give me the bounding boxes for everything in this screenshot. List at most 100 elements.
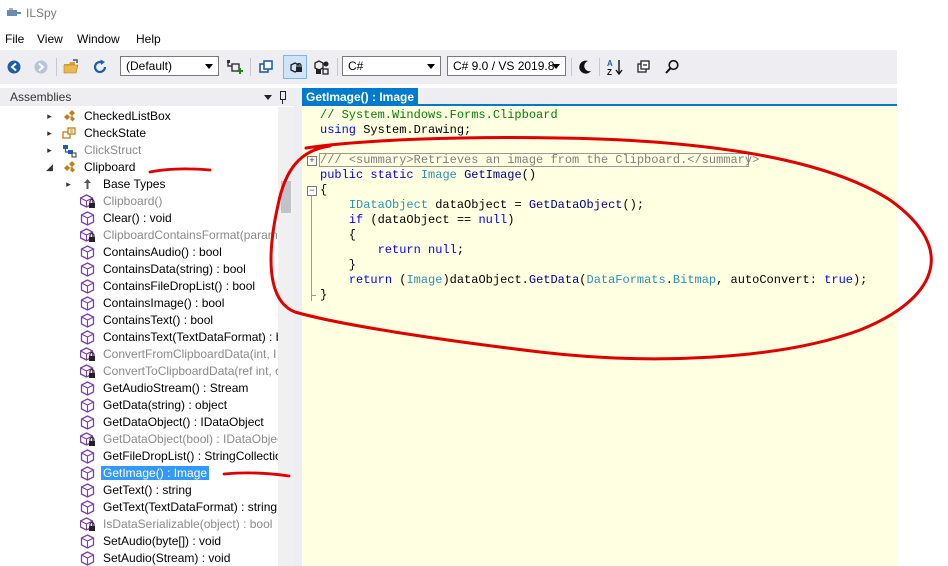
tree-item-containstext-textdataformat-b[interactable]: ContainsText(TextDataFormat) : b bbox=[0, 329, 278, 346]
tree-item-label: ConvertToClipboardData(ref int, o bbox=[103, 364, 278, 378]
pane-menu-chevron-icon[interactable] bbox=[264, 95, 272, 100]
search-icon[interactable] bbox=[662, 57, 682, 77]
menu-window[interactable]: Window bbox=[77, 32, 120, 46]
tree-item-label: ClickStruct bbox=[84, 143, 142, 157]
method-private-icon bbox=[79, 347, 95, 362]
show-all-icon[interactable] bbox=[312, 57, 332, 77]
tree-item-getfiledroplist-stringcollectio[interactable]: GetFileDropList() : StringCollectio bbox=[0, 448, 278, 465]
code-editor[interactable]: // System.Windows.Forms.Clipboard using S… bbox=[302, 106, 897, 566]
tree-item-label: GetDataObject(bool) : IDataObjec bbox=[103, 432, 278, 446]
tree-item-clipboard[interactable]: ◢ Clipboard bbox=[0, 159, 278, 176]
tree-item-label: ContainsFileDropList() : bool bbox=[103, 279, 256, 293]
method-private-icon bbox=[79, 228, 95, 243]
tree-item-containsdata-string-bool[interactable]: ContainsData(string) : bool bbox=[0, 261, 278, 278]
code-token: ( bbox=[392, 273, 407, 287]
expand-icon[interactable]: ▸ bbox=[64, 180, 73, 189]
method-icon bbox=[80, 313, 95, 328]
tree-item-setaudio-stream-void[interactable]: SetAudio(Stream) : void bbox=[0, 550, 278, 566]
sort-icon[interactable]: AZ bbox=[605, 57, 625, 77]
tree-item-label: CheckedListBox bbox=[84, 109, 171, 123]
code-token: /// bbox=[320, 153, 349, 167]
assembly-list-value: (Default) bbox=[126, 59, 173, 73]
method-icon bbox=[80, 500, 95, 515]
collapse-method-fold-icon[interactable]: − bbox=[307, 186, 317, 196]
tree-item-clear-void[interactable]: Clear() : void bbox=[0, 210, 278, 227]
tree-item-containstext-bool[interactable]: ContainsText() : bool bbox=[0, 312, 278, 329]
chevron-down-icon bbox=[552, 64, 560, 69]
refresh-icon[interactable] bbox=[90, 57, 110, 77]
tree-item-clickstruct[interactable]: ▸ ClickStruct bbox=[0, 142, 278, 159]
assembly-tree[interactable]: ▸ CheckedListBox ▸ CheckState ▸ ClickStruct ◢ C… bbox=[0, 107, 278, 566]
code-token: null bbox=[428, 243, 457, 257]
open-folder-icon[interactable] bbox=[62, 57, 82, 77]
language-value: C# bbox=[348, 59, 364, 73]
expand-summary-fold-icon[interactable]: + bbox=[307, 156, 317, 166]
method-private-icon bbox=[79, 194, 95, 209]
method-icon bbox=[80, 466, 95, 481]
code-token: <summary>Retrieves an image from the Cli… bbox=[348, 153, 760, 167]
pane-splitter[interactable] bbox=[294, 88, 302, 566]
tab-getimage[interactable]: GetImage() : Image bbox=[302, 88, 419, 106]
pin-icon[interactable] bbox=[280, 91, 286, 104]
tree-scrollbar[interactable] bbox=[278, 107, 294, 566]
tree-item-label: ConvertFromClipboardData(int, I bbox=[103, 347, 277, 361]
assemblies-title: Assemblies bbox=[10, 90, 72, 104]
back-icon[interactable] bbox=[4, 57, 24, 77]
code-token: DataFormats bbox=[586, 273, 666, 287]
tree-item-getdataobject-idataobject[interactable]: GetDataObject() : IDataObject bbox=[0, 414, 278, 431]
tree-item-isdataserializable-object-bool[interactable]: IsDataSerializable(object) : bool bbox=[0, 516, 278, 533]
add-assembly-icon[interactable] bbox=[225, 57, 245, 77]
tree-item-checkstate[interactable]: ▸ CheckState bbox=[0, 125, 278, 142]
tree-item-base-types[interactable]: ▸ Base Types bbox=[0, 176, 278, 193]
code-token: } bbox=[320, 288, 328, 302]
scrollbar-thumb[interactable] bbox=[281, 181, 291, 213]
collapse-icon[interactable] bbox=[634, 57, 654, 77]
code-token: GetData bbox=[528, 273, 580, 287]
tree-item-checkedlistbox[interactable]: ▸ CheckedListBox bbox=[0, 108, 278, 125]
struct-icon bbox=[62, 143, 77, 158]
tree-item-clipboard[interactable]: Clipboard() bbox=[0, 193, 278, 210]
tree-item-containsaudio-bool[interactable]: ContainsAudio() : bool bbox=[0, 244, 278, 261]
tree-item-containsfiledroplist-bool[interactable]: ContainsFileDropList() : bool bbox=[0, 278, 278, 295]
tree-item-convertfromclipboarddata-int-i[interactable]: ConvertFromClipboardData(int, I bbox=[0, 346, 278, 363]
language-version-select[interactable]: C# 9.0 / VS 2019.8 bbox=[447, 56, 566, 76]
show-private-icon[interactable] bbox=[283, 55, 307, 79]
expand-icon[interactable]: ▸ bbox=[45, 112, 54, 121]
tree-item-getdataobject-bool-idataobjec[interactable]: GetDataObject(bool) : IDataObjec bbox=[0, 431, 278, 448]
assemblies-pane-header: Assemblies bbox=[0, 88, 297, 106]
tree-item-label: ContainsText(TextDataFormat) : b bbox=[103, 330, 278, 344]
code-token: { bbox=[320, 183, 328, 197]
menu-help[interactable]: Help bbox=[136, 32, 161, 46]
expand-icon[interactable]: ▸ bbox=[45, 129, 54, 138]
menu-file[interactable]: File bbox=[5, 32, 24, 46]
tree-item-containsimage-bool[interactable]: ContainsImage() : bool bbox=[0, 295, 278, 312]
theme-moon-icon[interactable] bbox=[575, 57, 595, 77]
tree-item-getdata-string-object[interactable]: GetData(string) : object bbox=[0, 397, 278, 414]
method-icon bbox=[80, 551, 95, 566]
forward-icon[interactable] bbox=[31, 57, 51, 77]
code-token: } bbox=[320, 258, 357, 272]
language-select[interactable]: C# bbox=[342, 56, 441, 76]
tree-item-label: GetFileDropList() : StringCollectio bbox=[103, 449, 278, 463]
collapse-tree-icon[interactable]: ◢ bbox=[45, 163, 54, 172]
code-token: IDataObject bbox=[348, 198, 429, 212]
code-token: ); bbox=[852, 273, 868, 287]
tree-item-gettext-string[interactable]: GetText() : string bbox=[0, 482, 278, 499]
tree-item-gettext-textdataformat-string[interactable]: GetText(TextDataFormat) : string bbox=[0, 499, 278, 516]
method-icon bbox=[80, 415, 95, 430]
menu-view[interactable]: View bbox=[37, 32, 63, 46]
tree-item-getaudiostream-stream[interactable]: GetAudioStream() : Stream bbox=[0, 380, 278, 397]
code-line: return (Image)dataObject.GetData(DataFor… bbox=[320, 273, 868, 288]
assembly-list-select[interactable]: (Default) bbox=[120, 56, 219, 76]
tree-item-getimage-image[interactable]: GetImage() : Image bbox=[0, 465, 278, 482]
expand-icon[interactable]: ▸ bbox=[45, 146, 54, 155]
tree-item-setaudio-byte-void[interactable]: SetAudio(byte[]) : void bbox=[0, 533, 278, 550]
tree-item-converttoclipboarddata-ref-int-o[interactable]: ConvertToClipboardData(ref int, o bbox=[0, 363, 278, 380]
document-tab-strip: GetImage() : Image bbox=[302, 88, 897, 106]
show-derived-icon[interactable] bbox=[256, 57, 276, 77]
tree-item-clipboardcontainsformat-param[interactable]: ClipboardContainsFormat(param bbox=[0, 227, 278, 244]
code-token: GetImage bbox=[464, 168, 522, 182]
code-line: if (dataObject == null) bbox=[320, 213, 515, 228]
